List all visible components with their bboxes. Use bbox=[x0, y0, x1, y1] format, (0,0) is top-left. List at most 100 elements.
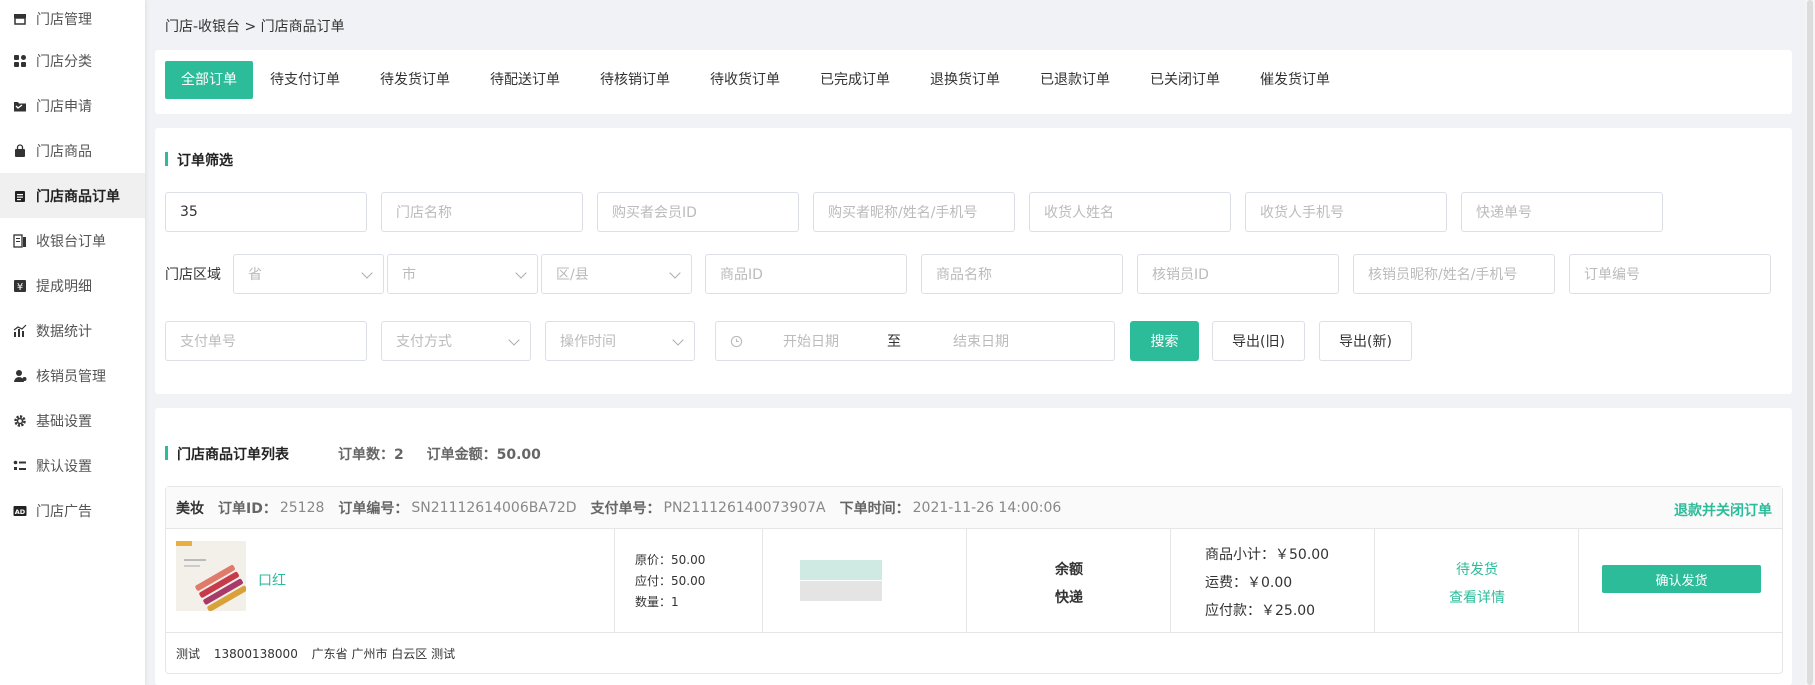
product-thumbnail[interactable] bbox=[176, 541, 247, 612]
sidebar-item-statistics[interactable]: 数据统计 bbox=[0, 308, 145, 353]
receiver-name-input[interactable]: 收货人姓名 bbox=[1029, 192, 1231, 232]
scrollbar-thumb[interactable] bbox=[1807, 0, 1813, 685]
tab-pending-shipment[interactable]: 待发货订单 bbox=[364, 61, 466, 99]
sidebar-item-store-goods[interactable]: 门店商品 bbox=[0, 128, 145, 173]
confirm-ship-button[interactable]: 确认发货 bbox=[1602, 565, 1761, 593]
province-select[interactable]: 省 bbox=[233, 254, 384, 294]
filter-panel: 订单筛选 35 门店名称 购买者会员ID 购买者昵称/姓名/手机号 收货人姓名 … bbox=[155, 128, 1792, 394]
sidebar-item-store-ads[interactable]: AD 门店广告 bbox=[0, 488, 145, 533]
refund-close-link[interactable]: 退款并关闭订单 bbox=[1674, 500, 1772, 520]
ad-icon: AD bbox=[12, 503, 28, 519]
tab-refunded[interactable]: 已退款订单 bbox=[1024, 61, 1126, 99]
tab-returns[interactable]: 退换货订单 bbox=[914, 61, 1016, 99]
sidebar-item-default-settings[interactable]: 默认设置 bbox=[0, 443, 145, 488]
tab-pending-verification[interactable]: 待核销订单 bbox=[584, 61, 686, 99]
op-time-label: 操作时间 bbox=[560, 334, 616, 350]
sidebar-item-label: 门店申请 bbox=[36, 98, 92, 115]
sidebar-item-basic-settings[interactable]: 基础设置 bbox=[0, 398, 145, 443]
sidebar-item-store-application[interactable]: 门店申请 bbox=[0, 83, 145, 128]
clock-icon bbox=[730, 335, 743, 348]
store-icon bbox=[12, 11, 28, 27]
sidebar-item-store-goods-orders[interactable]: 门店商品订单 bbox=[0, 173, 145, 218]
date-range-picker[interactable]: 开始日期 至 结束日期 bbox=[715, 321, 1115, 361]
region-label: 门店区域 bbox=[165, 267, 221, 283]
sidebar-item-label: 门店广告 bbox=[36, 503, 92, 520]
folder-icon bbox=[12, 98, 28, 114]
chevron-down-icon bbox=[669, 267, 681, 279]
order-stats: 订单数：2 订单金额：50.00 bbox=[338, 444, 559, 464]
order-no-label: 订单编号： bbox=[338, 500, 409, 517]
filter-title: 订单筛选 bbox=[165, 150, 233, 170]
goods-id-input[interactable]: 商品ID bbox=[705, 254, 907, 294]
page-scrollbar[interactable] bbox=[1805, 0, 1815, 685]
buyer-info-input[interactable]: 购买者昵称/姓名/手机号 bbox=[813, 192, 1015, 232]
chevron-down-icon bbox=[361, 267, 373, 279]
district-select[interactable]: 区/县 bbox=[541, 254, 692, 294]
tab-all-orders[interactable]: 全部订单 bbox=[165, 61, 253, 99]
blurred-avatar bbox=[800, 560, 882, 580]
store-id-input[interactable]: 35 bbox=[165, 192, 367, 232]
goods-subtotal: 商品小计：￥50.00 bbox=[1205, 547, 1330, 563]
district-select-label: 区/县 bbox=[556, 267, 589, 283]
pay-method-select[interactable]: 支付方式 bbox=[381, 321, 531, 361]
sidebar-item-label: 门店商品订单 bbox=[36, 188, 120, 205]
tab-urge-shipment[interactable]: 催发货订单 bbox=[1244, 61, 1346, 99]
view-detail-link[interactable]: 查看详情 bbox=[1449, 587, 1505, 607]
user-icon bbox=[12, 368, 28, 384]
export-new-button[interactable]: 导出(新) bbox=[1319, 321, 1412, 361]
tab-closed[interactable]: 已关闭订单 bbox=[1134, 61, 1236, 99]
order-list-title: 门店商品订单列表 bbox=[165, 444, 289, 464]
tab-completed[interactable]: 已完成订单 bbox=[804, 61, 906, 99]
order-store: 美妆 bbox=[176, 500, 204, 517]
tab-pending-delivery[interactable]: 待配送订单 bbox=[474, 61, 576, 99]
sidebar-item-cashier-orders[interactable]: 收银台订单 bbox=[0, 218, 145, 263]
order-summary-cell: 商品小计：￥50.00 运费：￥0.00 应付款：￥25.00 bbox=[1171, 529, 1375, 633]
store-name-input[interactable]: 门店名称 bbox=[381, 192, 583, 232]
gear-icon bbox=[12, 413, 28, 429]
order-id-label: 订单ID： bbox=[218, 500, 277, 517]
category-icon bbox=[12, 53, 28, 69]
pay-no-input[interactable]: 支付单号 bbox=[165, 321, 367, 361]
product-name[interactable]: 口红 bbox=[258, 570, 286, 590]
op-time-select[interactable]: 操作时间 bbox=[545, 321, 695, 361]
province-select-label: 省 bbox=[248, 267, 262, 283]
buyer-id-input[interactable]: 购买者会员ID bbox=[597, 192, 799, 232]
tab-pending-receipt[interactable]: 待收货订单 bbox=[694, 61, 796, 99]
quantity: 数量：1 bbox=[635, 595, 679, 609]
chart-icon bbox=[12, 323, 28, 339]
sidebar-item-store-category[interactable]: 门店分类 bbox=[0, 38, 145, 83]
sidebar-item-label: 基础设置 bbox=[36, 413, 92, 430]
search-button[interactable]: 搜索 bbox=[1130, 321, 1199, 361]
list-icon bbox=[12, 458, 28, 474]
sidebar-item-label: 门店商品 bbox=[36, 143, 92, 160]
receiver-info: 测试 13800138000 广东省 广州市 白云区 测试 bbox=[176, 645, 465, 662]
start-date-input[interactable]: 开始日期 bbox=[783, 331, 839, 351]
delivery-type: 快递 bbox=[1055, 590, 1083, 606]
verifier-id-input[interactable]: 核销员ID bbox=[1137, 254, 1339, 294]
blurred-buyer-name bbox=[800, 581, 882, 601]
sidebar-item-label: 收银台订单 bbox=[36, 233, 106, 250]
express-no-input[interactable]: 快递单号 bbox=[1461, 192, 1663, 232]
sidebar-item-label: 提成明细 bbox=[36, 278, 92, 295]
receiver-phone-input[interactable]: 收货人手机号 bbox=[1245, 192, 1447, 232]
order-body: 口红 原价：50.00 应付：50.00 数量：1 余额 快递 商品小计：￥50… bbox=[166, 529, 1782, 633]
verifier-info-input[interactable]: 核销员昵称/姓名/手机号 bbox=[1353, 254, 1555, 294]
tab-pending-payment[interactable]: 待支付订单 bbox=[254, 61, 356, 99]
order-header: 美妆 订单ID： 25128 订单编号： SN21112614006BA72D 支付… bbox=[166, 487, 1782, 529]
yen-icon: ¥ bbox=[12, 278, 28, 294]
order-amount: 订单金额：50.00 bbox=[426, 447, 541, 463]
freight: 运费：￥0.00 bbox=[1205, 575, 1293, 591]
export-old-button[interactable]: 导出(旧) bbox=[1212, 321, 1305, 361]
sidebar-item-store-management[interactable]: 门店管理 bbox=[0, 0, 145, 38]
sidebar-item-commission[interactable]: ¥ 提成明细 bbox=[0, 263, 145, 308]
order-no-input[interactable]: 订单编号 bbox=[1569, 254, 1771, 294]
sidebar: 门店管理 门店分类 门店申请 门店商品 门店商品订单 收银台订单 ¥ 提成明细 … bbox=[0, 0, 145, 685]
pay-type: 余额 bbox=[1055, 562, 1083, 578]
order-count: 订单数：2 bbox=[338, 447, 404, 463]
sidebar-item-verifier-management[interactable]: 核销员管理 bbox=[0, 353, 145, 398]
goods-name-input[interactable]: 商品名称 bbox=[921, 254, 1123, 294]
breadcrumb: 门店-收银台 > 门店商品订单 bbox=[165, 19, 345, 35]
city-select[interactable]: 市 bbox=[387, 254, 538, 294]
payable-price: 应付：50.00 bbox=[635, 574, 706, 588]
end-date-input[interactable]: 结束日期 bbox=[953, 331, 1009, 351]
